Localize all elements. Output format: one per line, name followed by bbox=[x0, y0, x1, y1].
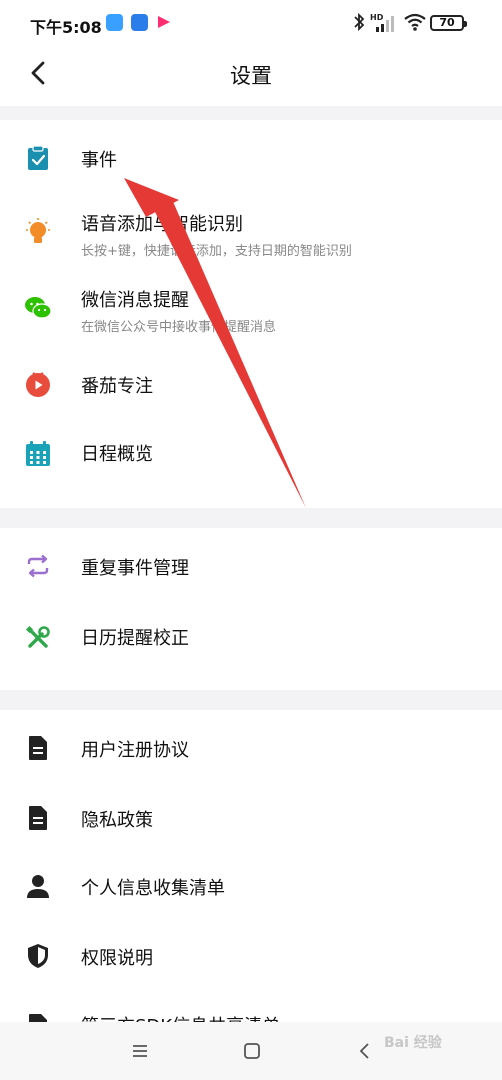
settings-item-calendar-correction[interactable]: 日历提醒校正 bbox=[0, 604, 502, 676]
settings-item-repeat-events[interactable]: 重复事件管理 bbox=[0, 528, 502, 604]
section-divider bbox=[0, 508, 502, 528]
settings-item-description: 长按+键，快捷语音添加，支持日期的智能识别 bbox=[81, 244, 352, 259]
settings-item-label: 微信消息提醒 bbox=[81, 290, 189, 311]
section-divider bbox=[0, 106, 502, 120]
settings-item-permissions[interactable]: 权限说明 bbox=[0, 920, 502, 990]
section-divider bbox=[0, 690, 502, 710]
repeat-icon bbox=[27, 554, 49, 578]
tomato-timer-icon bbox=[26, 372, 50, 397]
person-icon bbox=[27, 875, 49, 898]
battery-icon: 70 bbox=[430, 15, 467, 31]
chat-app-icon bbox=[106, 14, 123, 31]
settings-section-features: 事件 语音添加与智能识别 长按+键，快捷语音添加，支持日期的智能识别 微信消息提… bbox=[0, 120, 502, 508]
settings-item-privacy-policy[interactable]: 隐私政策 bbox=[0, 782, 502, 850]
video-app-icon bbox=[158, 16, 170, 28]
settings-item-label: 日历提醒校正 bbox=[81, 628, 189, 649]
lightbulb-icon bbox=[26, 218, 50, 243]
settings-section-management: 重复事件管理 日历提醒校正 bbox=[0, 528, 502, 690]
settings-item-third-party-sdk[interactable]: 第三方SDK信息共享清单 bbox=[0, 990, 502, 1022]
settings-item-label: 权限说明 bbox=[81, 948, 153, 969]
clipboard-check-icon bbox=[28, 145, 48, 170]
shield-icon bbox=[28, 944, 48, 968]
menu-icon[interactable] bbox=[127, 1038, 153, 1064]
document-icon bbox=[29, 736, 47, 760]
settings-section-legal: 用户注册协议 隐私政策 个人信息收集清单 权限说明 第三方SDK信息共享清单 bbox=[0, 710, 502, 1022]
document-icon bbox=[29, 1014, 47, 1022]
settings-item-schedule-overview[interactable]: 日程概览 bbox=[0, 414, 502, 486]
settings-item-voice-add[interactable]: 语音添加与智能识别 长按+键，快捷语音添加，支持日期的智能识别 bbox=[0, 196, 502, 268]
status-time: 下午5:08 bbox=[30, 18, 102, 37]
wechat-icon bbox=[25, 297, 52, 319]
settings-item-label: 番茄专注 bbox=[81, 376, 153, 397]
settings-item-user-agreement[interactable]: 用户注册协议 bbox=[0, 710, 502, 782]
settings-item-label: 个人信息收集清单 bbox=[81, 878, 225, 899]
settings-item-description: 在微信公众号中接收事件提醒消息 bbox=[81, 320, 277, 335]
settings-item-label: 事件 bbox=[81, 150, 117, 171]
bluetooth-app-icon bbox=[131, 14, 148, 31]
svg-text:HD: HD bbox=[370, 13, 384, 22]
calendar-grid-icon bbox=[26, 441, 50, 466]
settings-item-label: 语音添加与智能识别 bbox=[81, 214, 243, 235]
settings-item-label: 隐私政策 bbox=[81, 810, 153, 831]
settings-item-personal-info-list[interactable]: 个人信息收集清单 bbox=[0, 850, 502, 920]
header: 设置 bbox=[0, 46, 502, 106]
document-icon bbox=[29, 806, 47, 830]
back-icon[interactable] bbox=[352, 1038, 378, 1064]
settings-item-pomodoro[interactable]: 番茄专注 bbox=[0, 344, 502, 414]
watermark: Bai 经验 bbox=[384, 1035, 442, 1051]
settings-item-events[interactable]: 事件 bbox=[0, 120, 502, 196]
settings-item-label: 第三方SDK信息共享清单 bbox=[81, 1012, 280, 1022]
page-title: 设置 bbox=[230, 64, 272, 88]
home-icon[interactable] bbox=[239, 1038, 265, 1064]
hd-signal-icon: HD bbox=[370, 13, 394, 32]
tools-icon bbox=[25, 625, 50, 648]
settings-item-label: 用户注册协议 bbox=[81, 740, 189, 761]
settings-item-label: 日程概览 bbox=[81, 444, 153, 465]
settings-item-label: 重复事件管理 bbox=[81, 558, 189, 579]
status-bar: 下午5:08 HD 70 bbox=[0, 0, 502, 46]
wifi-icon bbox=[404, 13, 426, 31]
settings-item-wechat-reminder[interactable]: 微信消息提醒 在微信公众号中接收事件提醒消息 bbox=[0, 268, 502, 344]
bluetooth-icon bbox=[354, 12, 365, 32]
